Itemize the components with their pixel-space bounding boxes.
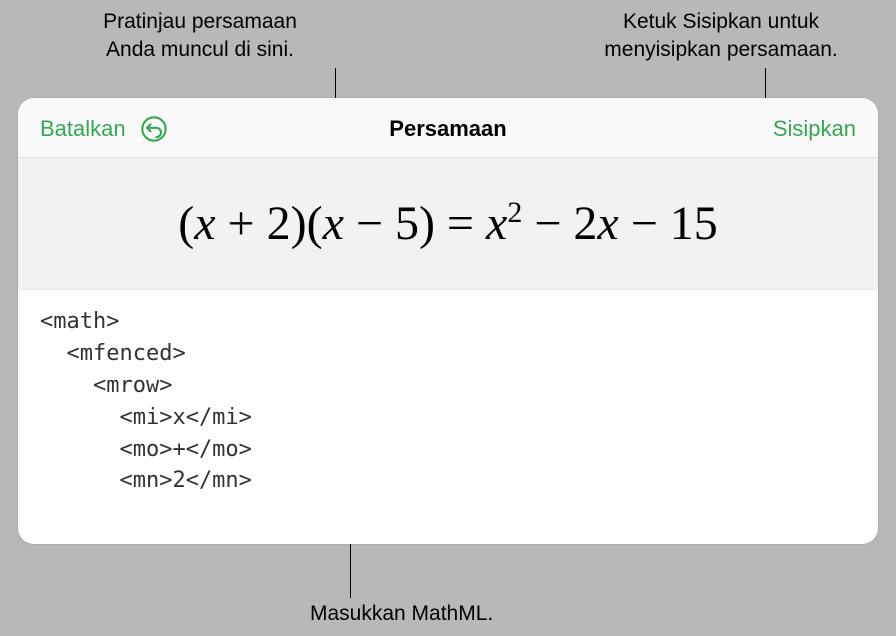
callout-insert-line2: menyisipkan persamaan.: [604, 38, 837, 61]
callout-insert: Ketuk Sisipkan untuk menyisipkan persama…: [576, 8, 866, 65]
equation-dialog: Batalkan Persamaan Sisipkan (x + 2)(x − …: [18, 98, 878, 544]
code-line: <mrow>: [40, 373, 172, 398]
code-line: <mo>+</mo>: [40, 437, 252, 462]
insert-button[interactable]: Sisipkan: [773, 116, 856, 142]
code-line: <math>: [40, 309, 119, 334]
equation-rendered: (x + 2)(x − 5) = x2 − 2x − 15: [178, 196, 718, 251]
callout-mathml: Masukkan MathML.: [310, 600, 590, 628]
mathml-input[interactable]: <math> <mfenced> <mrow> <mi>x</mi> <mo>+…: [18, 290, 878, 513]
callout-preview-line2: Anda muncul di sini.: [106, 38, 294, 61]
code-line: <mn>2</mn>: [40, 468, 252, 493]
callout-preview-line1: Pratinjau persamaan: [103, 10, 297, 33]
equation-preview: (x + 2)(x − 5) = x2 − 2x − 15: [18, 158, 878, 290]
dialog-header: Batalkan Persamaan Sisipkan: [18, 98, 878, 158]
undo-icon[interactable]: [138, 113, 170, 145]
callout-insert-line1: Ketuk Sisipkan untuk: [623, 10, 819, 33]
callout-mathml-text: Masukkan MathML.: [310, 602, 493, 625]
code-line: <mfenced>: [40, 341, 186, 366]
callout-leader-mathml: [350, 540, 351, 598]
code-line: <mi>x</mi>: [40, 405, 252, 430]
header-left-group: Batalkan: [40, 113, 170, 145]
dialog-title: Persamaan: [389, 116, 506, 142]
cancel-button[interactable]: Batalkan: [40, 116, 126, 142]
callout-preview: Pratinjau persamaan Anda muncul di sini.: [60, 8, 340, 65]
